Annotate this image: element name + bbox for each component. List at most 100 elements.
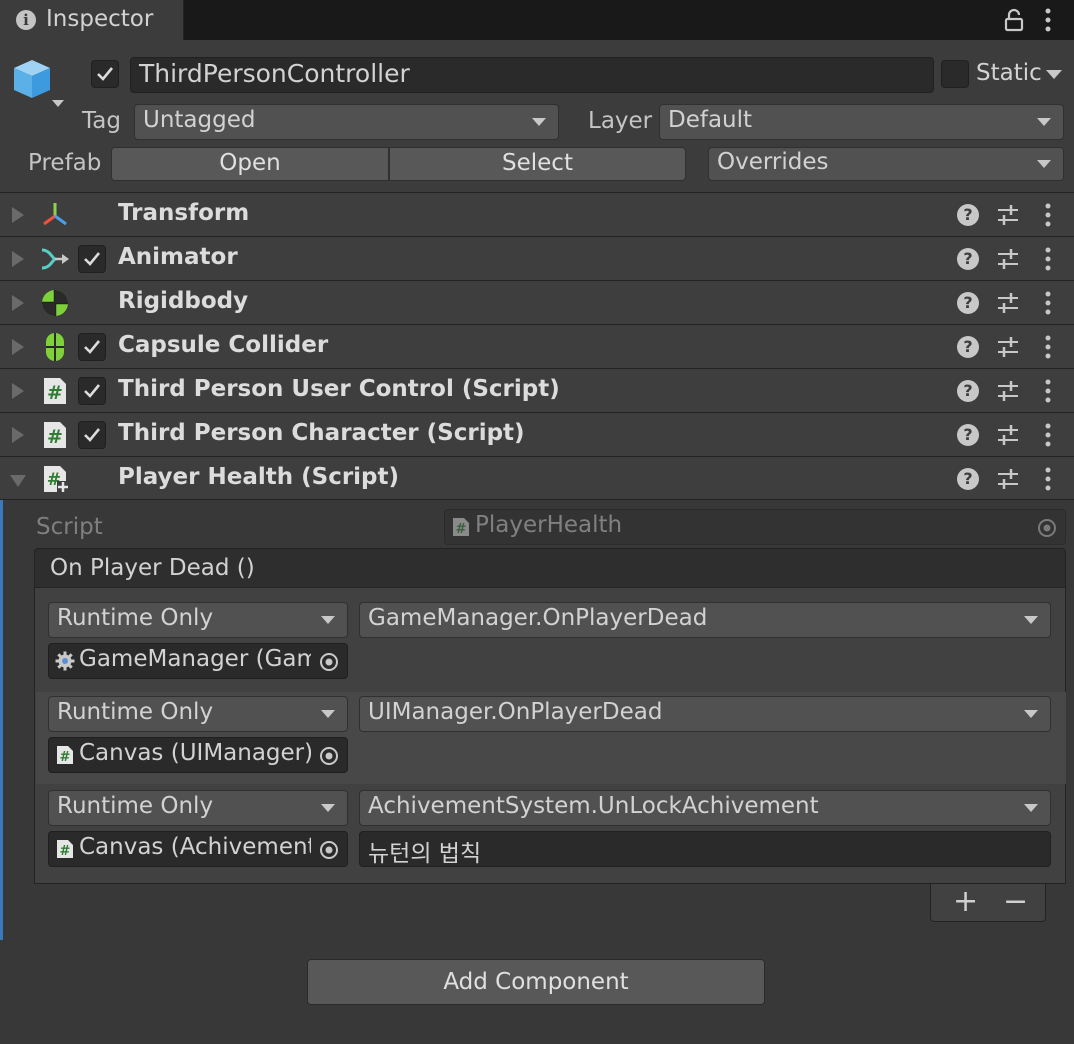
component-menu-icon[interactable] [1038,201,1058,229]
tab-title: Inspector [46,6,154,32]
prefab-overrides-dropdown[interactable]: Overrides [708,147,1064,181]
lock-icon[interactable] [1004,8,1024,32]
chevron-down-icon [532,118,546,126]
listener-3-function-dropdown[interactable]: AchivementSystem.UnLockAchivement [359,790,1051,826]
inspector-tab[interactable]: i Inspector [0,0,184,40]
script-icon: # [44,378,66,404]
object-picker-icon [320,841,338,859]
foldout-collapsed-icon[interactable] [12,383,24,399]
enabled-checkbox[interactable] [78,377,106,405]
help-icon[interactable]: ? [957,336,979,358]
chevron-down-icon [321,616,335,624]
foldout-collapsed-icon[interactable] [12,251,24,267]
object-picker-icon [320,653,338,671]
script-field[interactable]: # PlayerHealth [444,509,1066,545]
help-icon[interactable]: ? [957,204,979,226]
help-icon[interactable]: ? [957,380,979,402]
component-player-health[interactable]: # Player Health (Script) ? [0,457,1074,500]
static-checkbox[interactable] [941,60,969,88]
presets-icon[interactable] [996,424,1020,446]
component-menu-icon[interactable] [1038,465,1058,493]
component-third-person-character[interactable]: # Third Person Character (Script) ? [0,413,1074,457]
listener-2-function-dropdown[interactable]: UIManager.OnPlayerDead [359,696,1051,732]
add-listener-button[interactable]: + [953,884,978,919]
component-animator[interactable]: Animator ? [0,237,1074,281]
help-icon[interactable]: ? [957,248,979,270]
component-menu-icon[interactable] [1038,333,1058,361]
layer-label: Layer [588,108,653,134]
foldout-collapsed-icon[interactable] [12,339,24,355]
enabled-checkbox[interactable] [78,333,106,361]
tag-dropdown[interactable]: Untagged [134,104,559,140]
listener-2-target-field[interactable]: # Canvas (UIManager) [48,737,348,773]
gear-icon [55,651,75,671]
component-transform[interactable]: Transform ? [0,193,1074,237]
presets-icon[interactable] [996,292,1020,314]
object-picker-button[interactable] [311,738,347,772]
script-icon: # [57,840,73,859]
presets-icon[interactable] [996,468,1020,490]
inspector-tab-bar: i Inspector [0,0,1074,40]
script-icon: # [44,422,66,448]
add-component-button[interactable]: Add Component [307,959,765,1005]
svg-text:#: # [60,844,71,859]
chevron-down-icon [1024,710,1038,718]
listener-3-target-field[interactable]: # Canvas (Achivement [48,831,348,867]
object-picker-button[interactable] [311,644,347,678]
component-third-person-user-control[interactable]: # Third Person User Control (Script) ? [0,369,1074,413]
component-menu-icon[interactable] [1038,421,1058,449]
prefab-label: Prefab [28,150,102,176]
listener-2-runtime-dropdown[interactable]: Runtime Only [48,696,348,732]
added-component-indicator [0,500,3,940]
listener-3-argument-input[interactable]: 뉴턴의 법칙 [359,831,1051,867]
event-title: On Player Dead () [50,555,255,581]
chevron-down-icon [1024,804,1038,812]
object-picker-icon [1038,519,1056,537]
enabled-checkbox[interactable] [78,245,106,273]
foldout-collapsed-icon[interactable] [12,207,24,223]
presets-icon[interactable] [996,380,1020,402]
info-icon: i [16,10,36,30]
enabled-checkbox[interactable] [78,421,106,449]
svg-text:#: # [60,750,71,765]
svg-text:#: # [47,426,63,448]
component-menu-icon[interactable] [1038,377,1058,405]
object-picker-button[interactable] [1029,510,1065,544]
svg-text:#: # [47,382,63,404]
foldout-collapsed-icon[interactable] [12,427,24,443]
presets-icon[interactable] [996,204,1020,226]
presets-icon[interactable] [996,336,1020,358]
listener-add-remove-footer: + − [930,884,1046,922]
script-label: Script [36,514,103,540]
prefab-open-button[interactable]: Open [111,147,389,181]
script-added-icon: # [44,466,69,493]
listener-3-runtime-dropdown[interactable]: Runtime Only [48,790,348,826]
component-menu-icon[interactable] [1038,289,1058,317]
component-capsule-collider[interactable]: Capsule Collider ? [0,325,1074,369]
chevron-down-icon [1037,160,1051,168]
foldout-collapsed-icon[interactable] [12,295,24,311]
help-icon[interactable]: ? [957,292,979,314]
remove-listener-button[interactable]: − [1003,884,1028,919]
help-icon[interactable]: ? [957,424,979,446]
rigidbody-icon [42,290,68,316]
active-checkbox[interactable] [91,60,119,88]
gameobject-header: ThirdPersonController Static Tag Untagge… [0,40,1074,193]
object-picker-button[interactable] [311,832,347,866]
layer-dropdown[interactable]: Default [659,104,1064,140]
presets-icon[interactable] [996,248,1020,270]
static-dropdown-arrow-icon[interactable] [1046,70,1062,80]
tab-menu-icon[interactable] [1038,6,1058,34]
listener-1-target-field[interactable]: GameManager (Gam [48,643,348,679]
gameobject-cube-icon[interactable] [10,56,68,114]
animator-icon [41,248,69,270]
listener-1-function-dropdown[interactable]: GameManager.OnPlayerDead [359,602,1051,638]
listener-1-runtime-dropdown[interactable]: Runtime Only [48,602,348,638]
foldout-expanded-icon[interactable] [10,475,26,487]
component-rigidbody[interactable]: Rigidbody ? [0,281,1074,325]
object-name-input[interactable]: ThirdPersonController [130,57,934,93]
help-icon[interactable]: ? [957,468,979,490]
component-menu-icon[interactable] [1038,245,1058,273]
static-label[interactable]: Static [976,60,1042,86]
prefab-select-button[interactable]: Select [389,147,686,181]
